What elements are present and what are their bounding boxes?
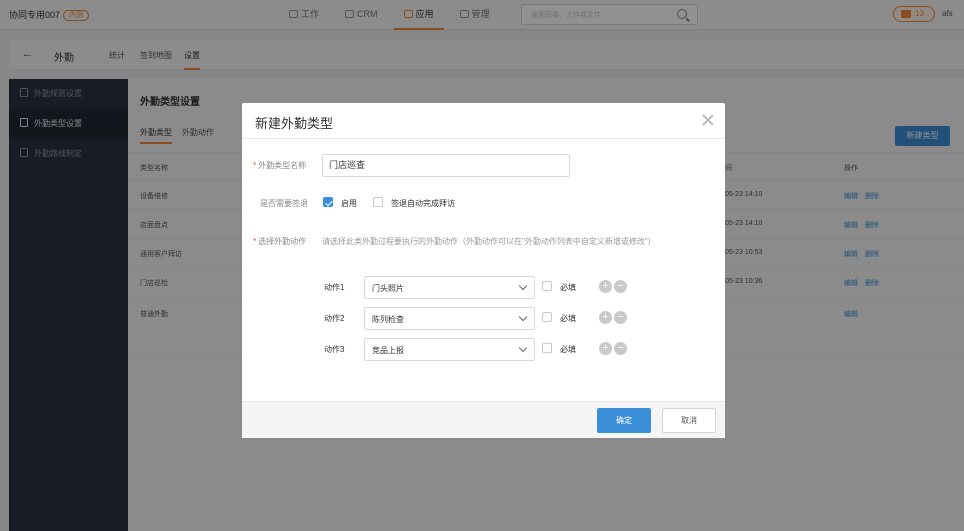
- confirm-button[interactable]: 确定: [597, 408, 651, 433]
- required-mark: *: [253, 237, 257, 246]
- action-select-label: * 选择外勤动作: [253, 236, 306, 247]
- type-name-input[interactable]: 门店巡查: [322, 154, 570, 177]
- action-2-required-label: 必填: [560, 314, 576, 323]
- add-icon[interactable]: +: [599, 280, 612, 293]
- dialog-footer: 确定 取消: [242, 401, 725, 438]
- action-2-required-checkbox[interactable]: [542, 312, 552, 322]
- action-1-label: 动作1: [324, 283, 345, 292]
- required-mark: *: [253, 161, 257, 170]
- auto-complete-label: 签退自动完成拜访: [391, 199, 455, 208]
- action-3-required-label: 必填: [560, 345, 576, 354]
- action-1-select[interactable]: 门头照片: [364, 276, 535, 299]
- enable-label: 启用: [341, 199, 357, 208]
- signout-label: 是否需要签退: [260, 199, 308, 208]
- action-3-required-checkbox[interactable]: [542, 343, 552, 353]
- action-hint: 请选择此类外勤过程要执行的外勤动作（外勤动作可以在"外勤动作列表中自定义新增或修…: [322, 237, 656, 246]
- enable-checkbox[interactable]: [323, 197, 333, 207]
- new-type-dialog: 新建外勤类型 * 外勤类型名称 门店巡查 是否需要签退 启用 签退自动完成拜访 *…: [242, 103, 725, 438]
- action-3-label: 动作3: [324, 345, 345, 354]
- action-1-value: 门头照片: [372, 284, 404, 293]
- add-icon[interactable]: +: [599, 342, 612, 355]
- action-1-required-checkbox[interactable]: [542, 281, 552, 291]
- chevron-down-icon: [518, 343, 528, 353]
- action-1-required-label: 必填: [560, 283, 576, 292]
- cancel-button[interactable]: 取消: [662, 408, 716, 433]
- action-2-value: 陈列检查: [372, 315, 404, 324]
- dialog-header: 新建外勤类型: [242, 103, 725, 139]
- remove-icon[interactable]: −: [614, 311, 627, 324]
- action-2-select[interactable]: 陈列检查: [364, 307, 535, 330]
- remove-icon[interactable]: −: [614, 280, 627, 293]
- remove-icon[interactable]: −: [614, 342, 627, 355]
- dialog-title: 新建外勤类型: [255, 116, 334, 131]
- add-icon[interactable]: +: [599, 311, 612, 324]
- type-name-label-text: 外勤类型名称: [258, 161, 307, 170]
- action-2-label: 动作2: [324, 314, 345, 323]
- type-name-label: * 外勤类型名称: [253, 160, 306, 171]
- close-icon[interactable]: [701, 113, 715, 127]
- auto-complete-checkbox[interactable]: [373, 197, 383, 207]
- action-3-value: 竞品上报: [372, 346, 404, 355]
- chevron-down-icon: [518, 281, 528, 291]
- chevron-down-icon: [518, 312, 528, 322]
- action-3-select[interactable]: 竞品上报: [364, 338, 535, 361]
- action-select-label-text: 选择外勤动作: [258, 237, 307, 246]
